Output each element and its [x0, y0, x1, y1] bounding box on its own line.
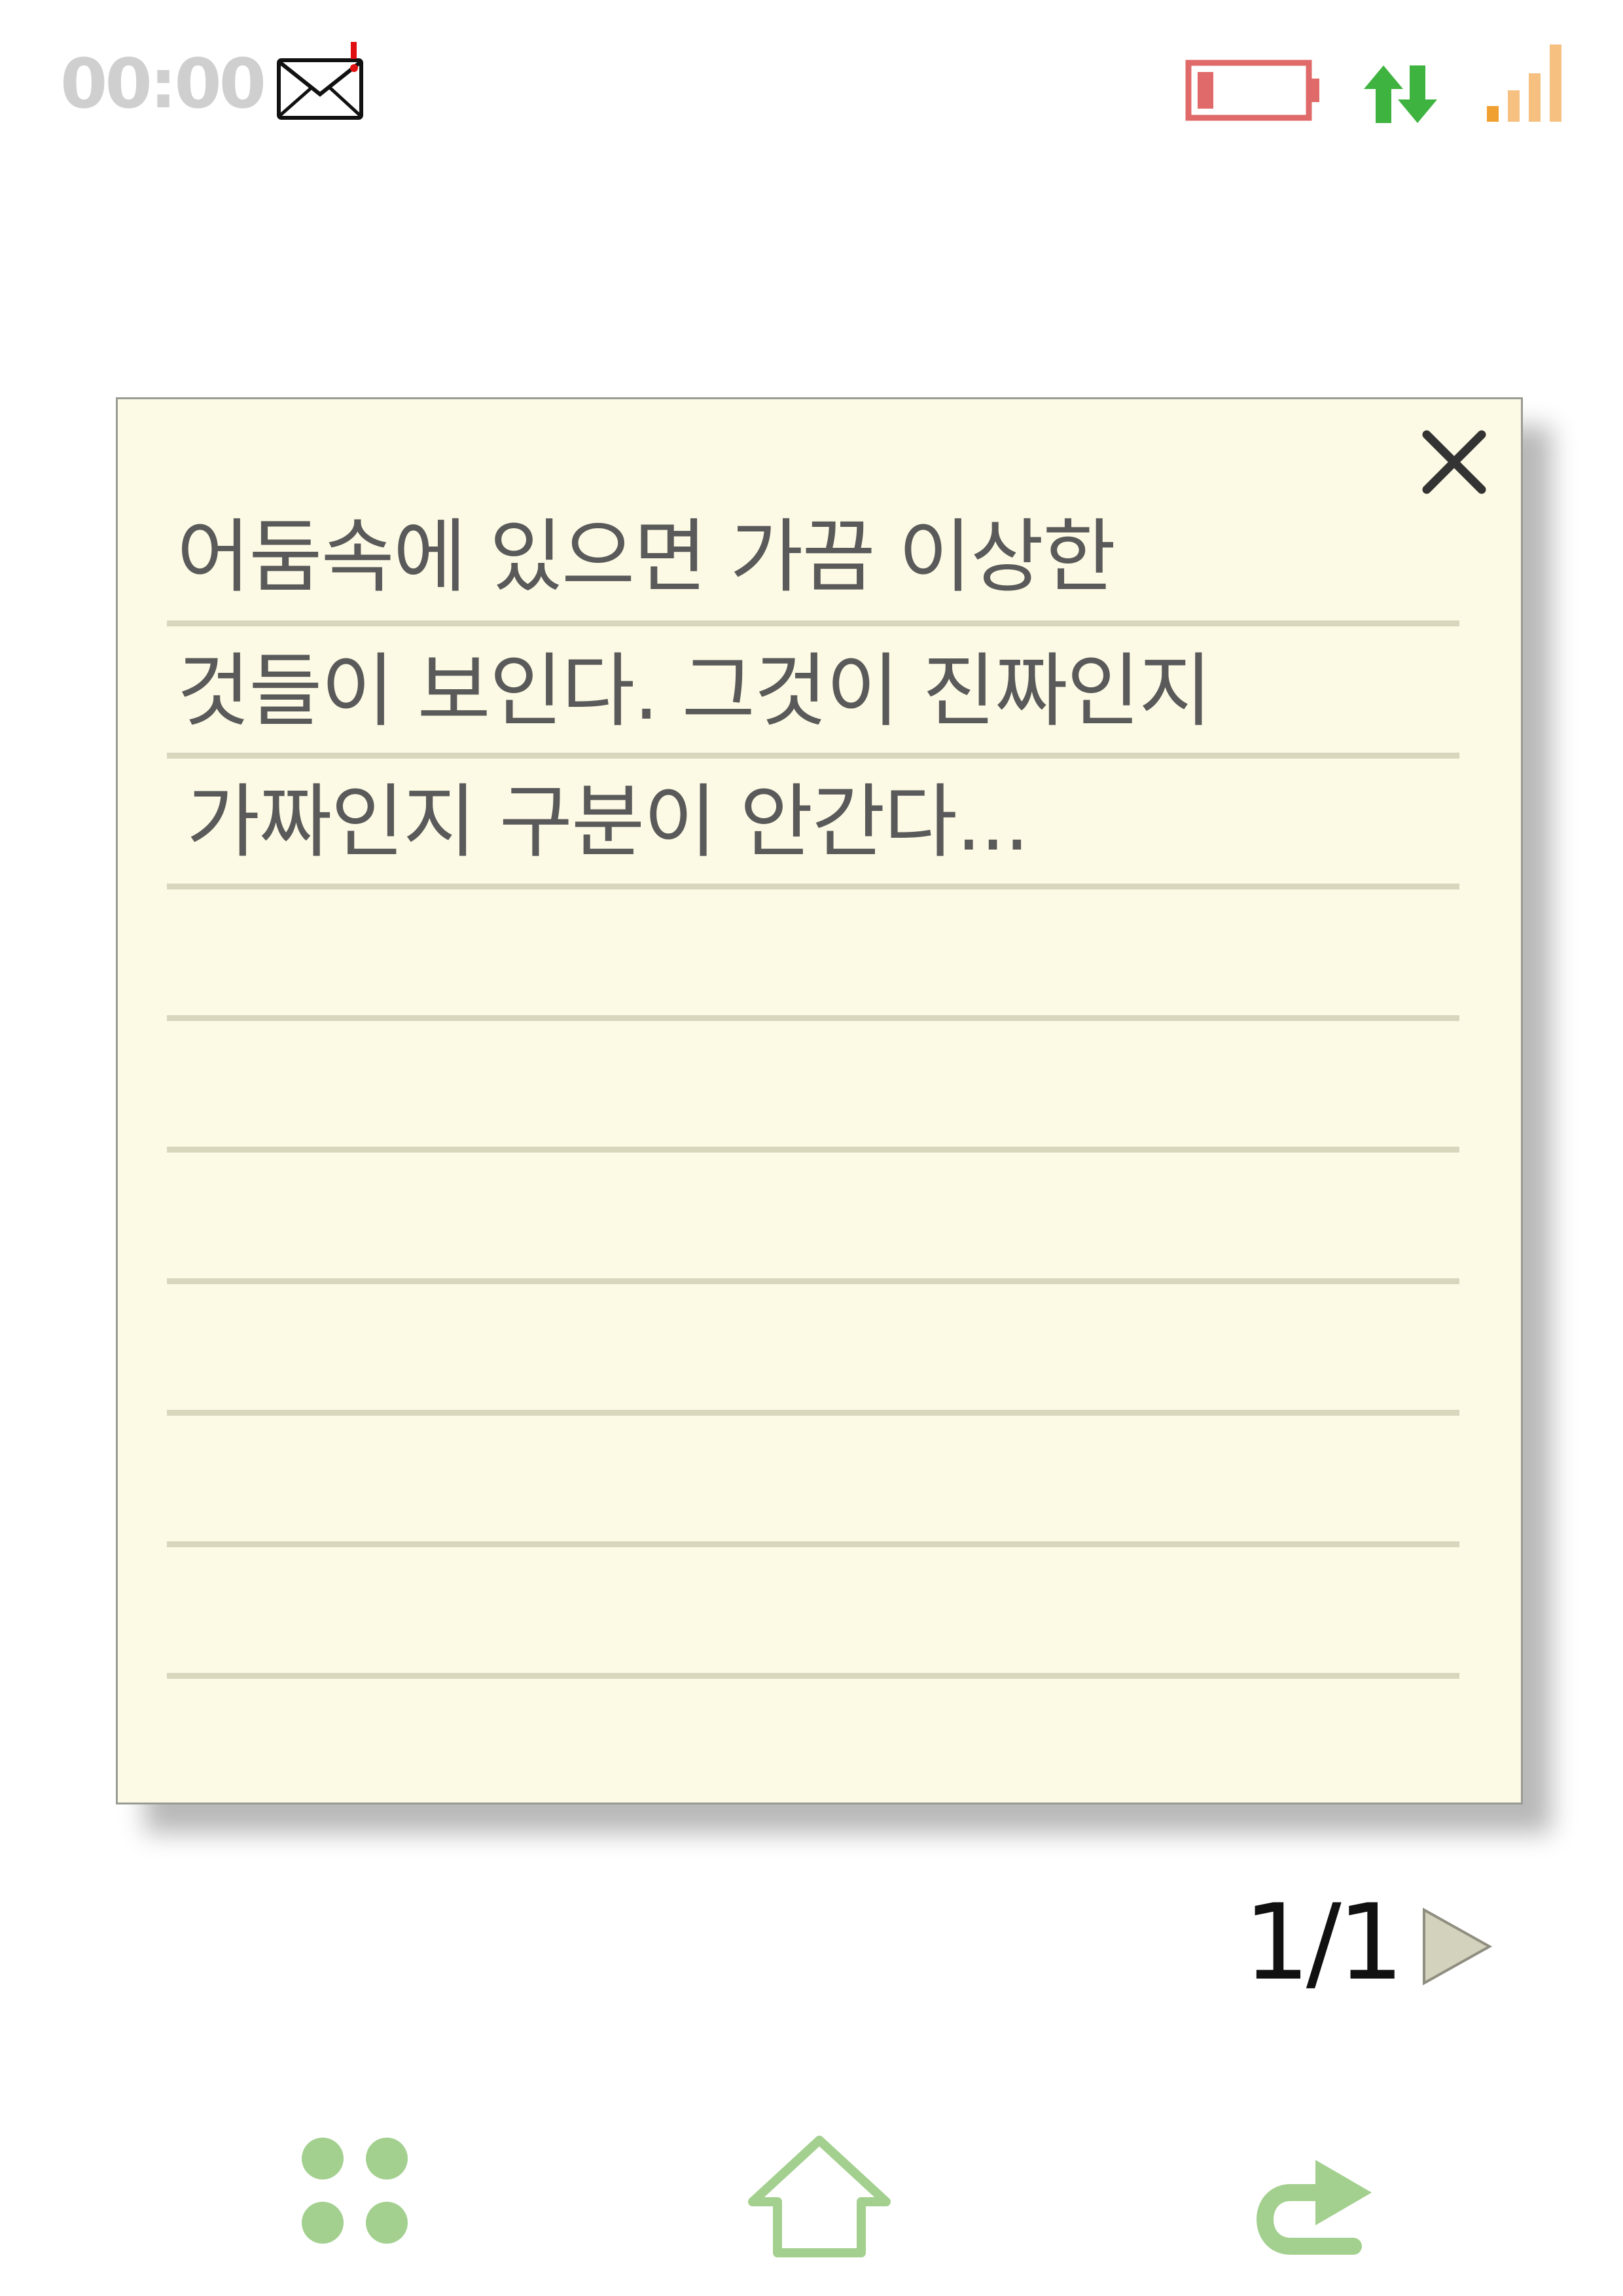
battery-low-icon	[1185, 60, 1319, 121]
ruled-line	[167, 1147, 1459, 1153]
back-icon[interactable]	[1243, 2134, 1374, 2258]
memo-text-line: 것들이 보인다. 그것이 진짜인지	[177, 645, 1212, 738]
page-indicator: 1/1	[1243, 1881, 1404, 2003]
signal-icon	[1487, 45, 1561, 122]
apps-icon[interactable]	[298, 2134, 412, 2248]
close-icon[interactable]	[1418, 425, 1491, 499]
ruled-line	[167, 1673, 1459, 1679]
status-clock: 00:00	[60, 44, 266, 124]
ruled-line	[167, 1015, 1459, 1021]
ruled-line	[167, 620, 1459, 626]
memo-text-line: 어둠속에 있으면 가끔 이상한	[177, 511, 1116, 603]
home-icon[interactable]	[746, 2134, 893, 2258]
ruled-line	[167, 753, 1459, 759]
data-transfer-icon	[1364, 65, 1437, 123]
ruled-line	[167, 1278, 1459, 1284]
ruled-line	[167, 1410, 1459, 1416]
memo-note	[116, 397, 1523, 1804]
mail-alert-icon[interactable]	[275, 39, 373, 124]
play-triangle-icon[interactable]	[1419, 1906, 1495, 1987]
memo-text-line: 가짜인지 구분이 안간다...	[187, 776, 1029, 869]
ruled-line	[167, 1541, 1459, 1547]
ruled-line	[167, 884, 1459, 889]
